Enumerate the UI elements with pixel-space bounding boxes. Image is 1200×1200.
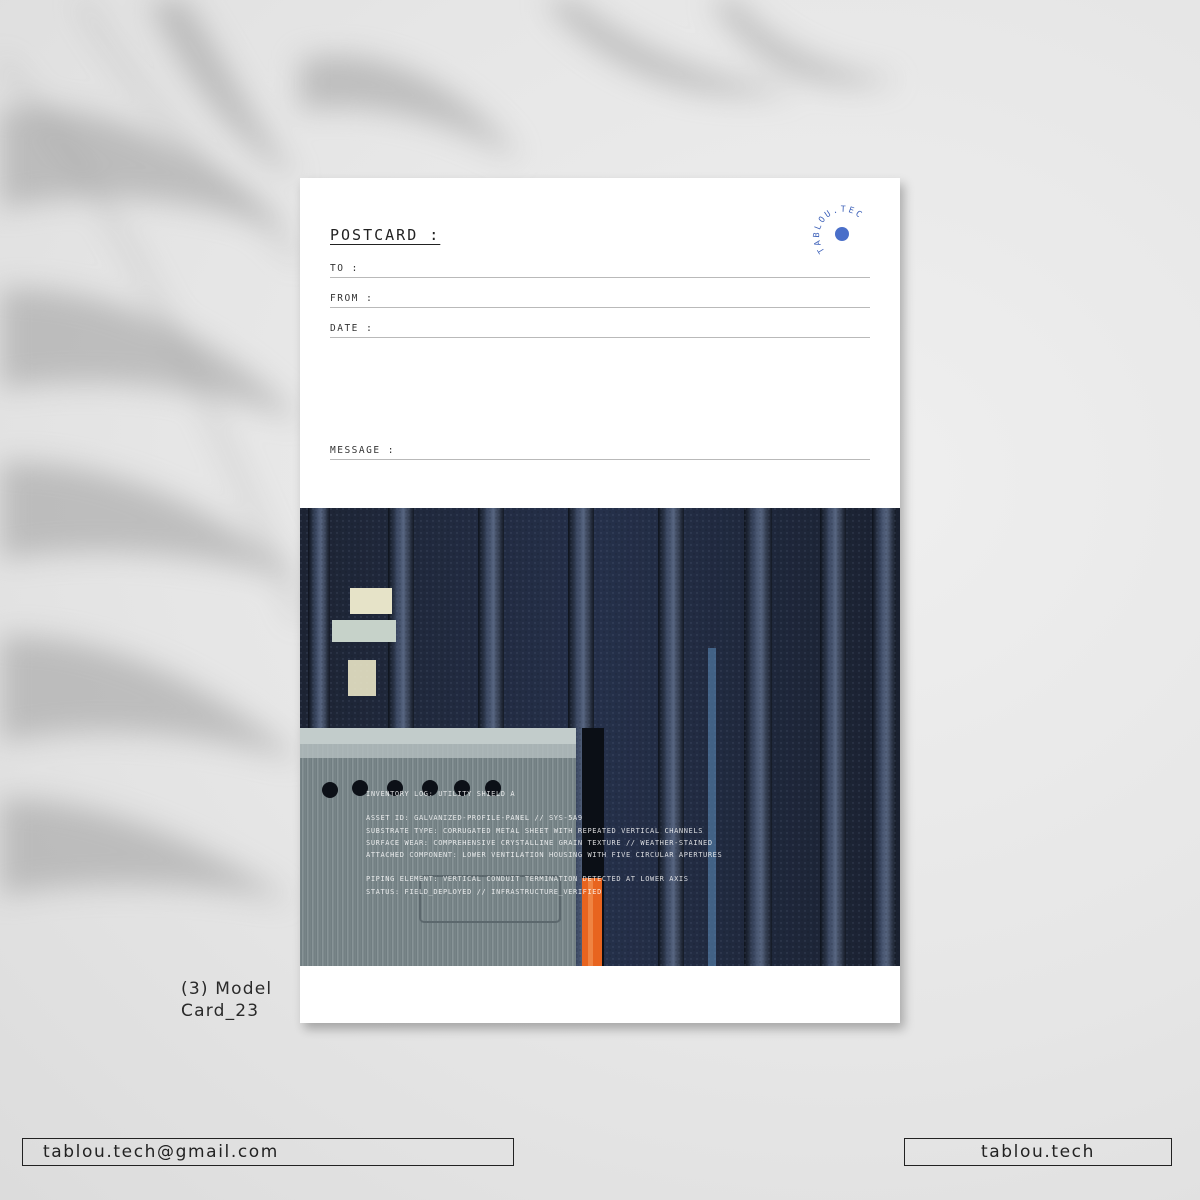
caption-line: (3) Model (181, 979, 273, 999)
overlay-line: ASSET ID: GALVANIZED-PROFILE-PANEL // SY… (366, 814, 583, 823)
overlay-line: INVENTORY LOG: UTILITY SHIELD A (366, 790, 516, 798)
overlay-line: SURFACE WEAR: COMPREHENSIVE CRYSTALLINE … (366, 838, 713, 847)
to-label: TO : (330, 263, 359, 274)
overlay-line: PIPING ELEMENT: VERTICAL CONDUIT TERMINA… (366, 875, 689, 884)
website-text: tablou.tech (980, 1142, 1096, 1162)
website-link[interactable]: tablou.tech (904, 1138, 1172, 1166)
email-text: tablou.tech@gmail.com (43, 1142, 279, 1162)
to-field: TO : (330, 263, 870, 278)
photo-overlay-text: INVENTORY LOG: UTILITY SHIELD A ASSET ID… (366, 788, 722, 898)
overlay-line: STATUS: FIELD_DEPLOYED // INFRASTRUCTURE… (366, 887, 602, 896)
postcard-title: POSTCARD : (330, 226, 441, 244)
svg-text:TABLOU.TECH: TABLOU.TECH (805, 198, 867, 260)
date-label: DATE : (330, 323, 374, 334)
email-link[interactable]: tablou.tech@gmail.com (22, 1138, 514, 1166)
message-label: MESSAGE : (330, 445, 395, 456)
postcard-photo: INVENTORY LOG: UTILITY SHIELD A ASSET ID… (300, 508, 900, 966)
overlay-line: ATTACHED COMPONENT: LOWER VENTILATION HO… (366, 851, 723, 860)
message-field: MESSAGE : (330, 445, 870, 460)
from-field: FROM : (330, 293, 870, 308)
date-field: DATE : (330, 323, 870, 338)
model-caption: (3) Model Card_23 (181, 978, 296, 1022)
from-label: FROM : (330, 293, 374, 304)
tablou-logo: TABLOU.TECH (805, 198, 867, 260)
logo-dot (835, 227, 849, 241)
overlay-line: SUBSTRATE TYPE: CORRUGATED METAL SHEET W… (366, 826, 704, 835)
postcard: POSTCARD : TO : FROM : DATE : MESSAGE : … (300, 178, 900, 1023)
logo-text: TABLOU.TECH (805, 198, 867, 260)
caption-line: Card_23 (181, 1001, 260, 1021)
